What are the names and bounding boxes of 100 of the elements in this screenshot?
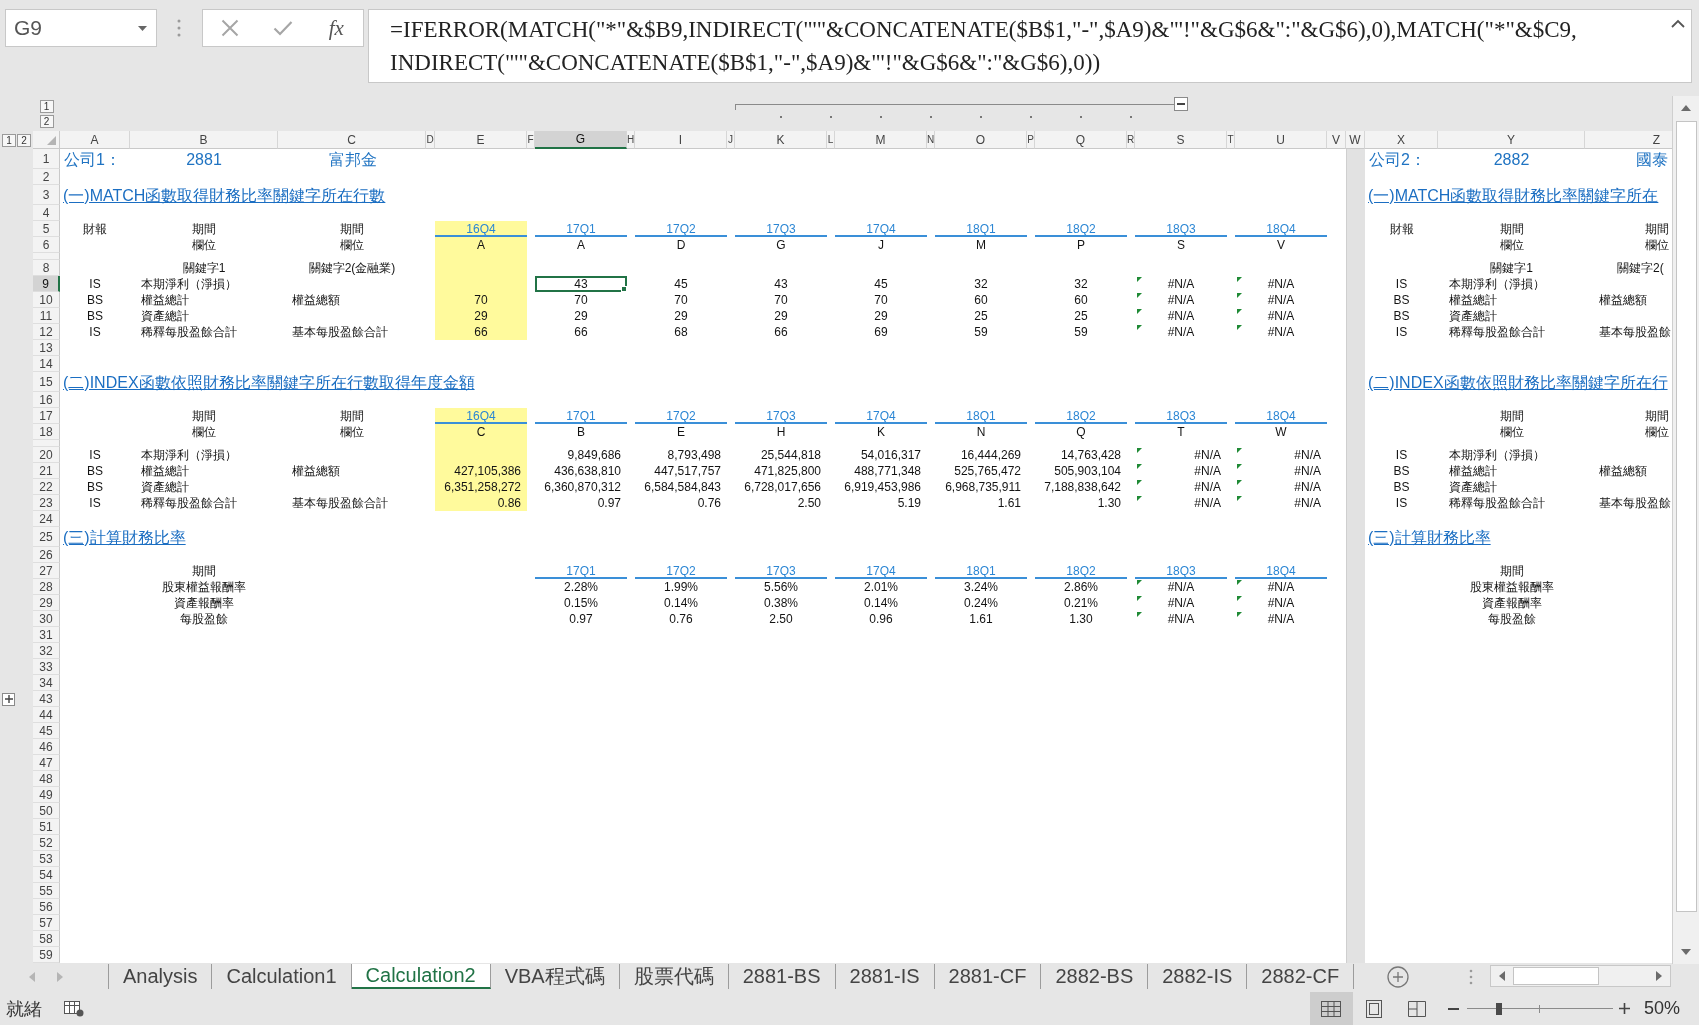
error-indicator-icon[interactable]	[1137, 612, 1142, 617]
column-header[interactable]: C	[278, 131, 426, 149]
row-header[interactable]: 15	[33, 372, 60, 392]
row-header[interactable]: 56	[33, 899, 60, 915]
row-header[interactable]: 21	[33, 463, 60, 479]
row-header[interactable]: 27	[33, 563, 60, 579]
row-header[interactable]: 22	[33, 479, 60, 495]
column-header[interactable]: O	[935, 131, 1027, 149]
error-indicator-icon[interactable]	[1137, 293, 1142, 298]
section-heading-link[interactable]: (三)計算財務比率	[1368, 527, 1491, 547]
row-header[interactable]: 45	[33, 723, 60, 739]
vertical-dots-icon[interactable]	[1469, 969, 1473, 985]
row-header[interactable]: 14	[33, 356, 60, 372]
row-header[interactable]: 28	[33, 579, 60, 595]
expand-group-button[interactable]	[2, 692, 15, 706]
column-header[interactable]: B	[130, 131, 278, 149]
error-indicator-icon[interactable]	[1137, 325, 1142, 330]
sheet-tab[interactable]: Calculation2	[351, 964, 491, 989]
section-heading-link[interactable]: (一)MATCH函數取得財務比率關鍵字所在行數	[63, 185, 386, 205]
error-indicator-icon[interactable]	[1137, 277, 1142, 282]
row-header[interactable]: 1	[33, 149, 60, 169]
insert-function-button[interactable]: fx	[321, 13, 352, 43]
error-indicator-icon[interactable]	[1237, 325, 1242, 330]
row-header[interactable]: 43	[33, 691, 60, 707]
outline-level-button[interactable]: 1	[39, 100, 54, 113]
row-header[interactable]: 26	[33, 547, 60, 563]
section-heading-link[interactable]: (一)MATCH函數取得財務比率關鍵字所在	[1368, 185, 1659, 205]
row-header[interactable]: 59	[33, 947, 60, 963]
column-header[interactable]: A	[60, 131, 130, 149]
error-indicator-icon[interactable]	[1237, 464, 1242, 469]
row-header[interactable]: 9	[33, 276, 60, 292]
error-indicator-icon[interactable]	[1237, 448, 1242, 453]
sheet-tab[interactable]: 2882-BS	[1041, 964, 1149, 989]
collapse-group-button[interactable]	[1174, 97, 1188, 111]
collapse-formula-bar-button[interactable]	[1671, 19, 1685, 28]
vertical-dots-icon[interactable]	[177, 19, 181, 37]
column-header[interactable]: W	[1346, 131, 1365, 149]
row-header[interactable]: 2	[33, 169, 60, 185]
row-header[interactable]: 55	[33, 883, 60, 899]
fill-handle[interactable]	[621, 286, 627, 292]
row-header[interactable]: 30	[33, 611, 60, 627]
outline-level-button[interactable]: 2	[17, 133, 31, 147]
sheet-tab[interactable]: 2881-BS	[728, 964, 836, 989]
row-header[interactable]: 3	[33, 185, 60, 205]
row-header[interactable]: 16	[33, 392, 60, 408]
error-indicator-icon[interactable]	[1137, 464, 1142, 469]
error-indicator-icon[interactable]	[1137, 448, 1142, 453]
row-header[interactable]: 34	[33, 675, 60, 691]
row-header[interactable]: 46	[33, 739, 60, 755]
column-header[interactable]: V	[1327, 131, 1346, 149]
column-header[interactable]: Z	[1585, 131, 1672, 149]
row-header[interactable]: 10	[33, 292, 60, 308]
row-header[interactable]: 20	[33, 447, 60, 463]
row-header[interactable]: 47	[33, 755, 60, 771]
row-header[interactable]: 17	[33, 408, 60, 424]
sheet-tab[interactable]: 2881-CF	[934, 964, 1042, 989]
row-header[interactable]: 23	[33, 495, 60, 511]
normal-view-button[interactable]	[1309, 992, 1353, 1025]
row-header[interactable]: 32	[33, 643, 60, 659]
error-indicator-icon[interactable]	[1237, 309, 1242, 314]
row-header[interactable]: 8	[33, 260, 60, 276]
column-header[interactable]: E	[435, 131, 527, 149]
column-header[interactable]: G	[535, 131, 627, 149]
active-cell-border[interactable]	[535, 276, 627, 292]
row-header[interactable]: 57	[33, 915, 60, 931]
formula-field[interactable]: =IFERROR(MATCH("*"&$B9,INDIRECT("'"&CONCATENATE($B$1,"-",$A9)&"'!"&G$6&":"&G$6),0),MATCH("*"&$C9, INDIRECT("'"&CONCATENATE($B$1,"-",$A9)&"'!"&G$6&":"&G$6),0))	[368, 9, 1692, 83]
name-box[interactable]: G9	[5, 9, 157, 47]
sheet-tab[interactable]: 2882-CF	[1247, 964, 1355, 989]
error-indicator-icon[interactable]	[1137, 496, 1142, 501]
section-heading-link[interactable]: (二)INDEX函數依照財務比率關鍵字所在行	[1368, 372, 1668, 392]
zoom-level-button[interactable]: 50%	[1643, 998, 1680, 1019]
error-indicator-icon[interactable]	[1137, 309, 1142, 314]
table-icon[interactable]	[64, 1000, 84, 1017]
column-header[interactable]: S	[1135, 131, 1227, 149]
sheet-tab[interactable]: VBA程式碼	[490, 964, 620, 989]
column-header[interactable]: Y	[1438, 131, 1585, 149]
section-heading-link[interactable]: (三)計算財務比率	[63, 527, 186, 547]
row-header[interactable]: 58	[33, 931, 60, 947]
zoom-in-button[interactable]	[1617, 1001, 1632, 1016]
row-header[interactable]: 6	[33, 237, 60, 253]
column-header[interactable]: X	[1365, 131, 1438, 149]
row-header[interactable]: 49	[33, 787, 60, 803]
error-indicator-icon[interactable]	[1237, 293, 1242, 298]
error-indicator-icon[interactable]	[1237, 612, 1242, 617]
horizontal-scrollbar[interactable]	[1490, 965, 1671, 987]
row-header[interactable]: 51	[33, 819, 60, 835]
sheet-tab[interactable]: 2882-IS	[1148, 964, 1248, 989]
row-header[interactable]: 33	[33, 659, 60, 675]
error-indicator-icon[interactable]	[1237, 277, 1242, 282]
row-header[interactable]: 31	[33, 627, 60, 643]
sheet-tab[interactable]: 股票代碼	[619, 964, 729, 989]
zoom-slider-thumb[interactable]	[1496, 1002, 1503, 1015]
outline-level-button[interactable]: 2	[39, 115, 54, 128]
row-header[interactable]: 18	[33, 424, 60, 440]
row-header[interactable]: 24	[33, 511, 60, 527]
sheet-tab[interactable]: Calculation1	[212, 964, 352, 989]
error-indicator-icon[interactable]	[1237, 480, 1242, 485]
column-header[interactable]: K	[735, 131, 827, 149]
row-header[interactable]: 54	[33, 867, 60, 883]
row-header[interactable]: 50	[33, 803, 60, 819]
